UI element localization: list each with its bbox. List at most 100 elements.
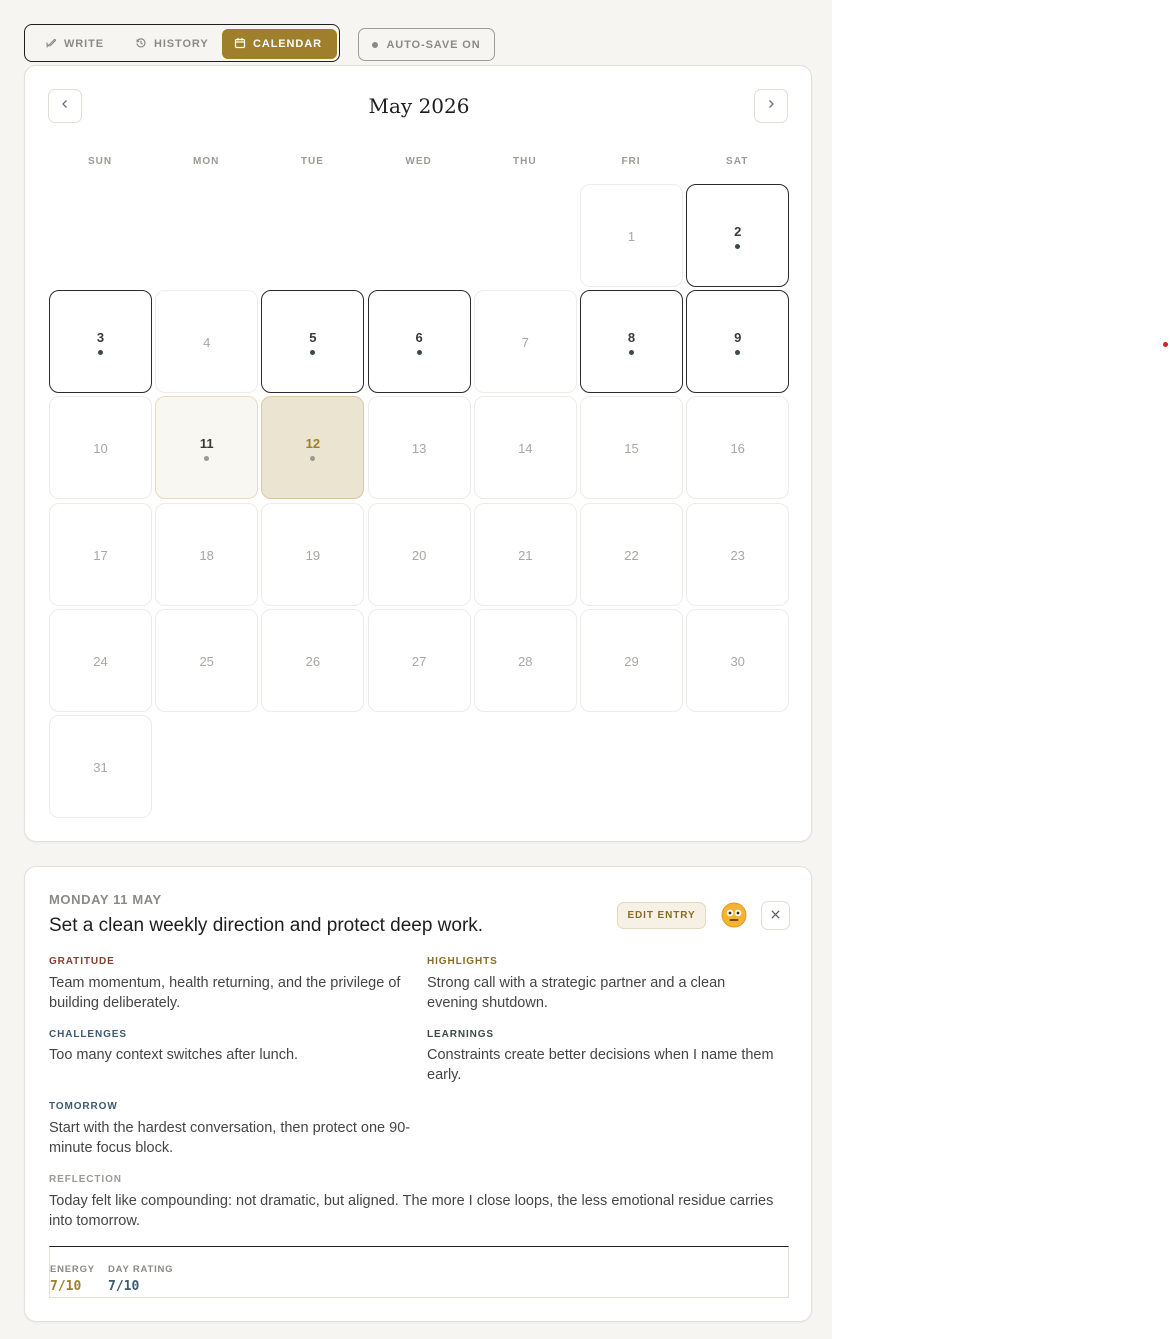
feather-icon [45, 37, 57, 52]
calendar-day[interactable]: 22 [580, 502, 683, 606]
autosave-toggle[interactable]: AUTO-SAVE ON [358, 28, 495, 61]
day-number: 6 [415, 330, 423, 346]
calendar-day[interactable]: 1 [580, 184, 683, 287]
calendar-day[interactable]: 9 [686, 290, 790, 394]
energy-value: 7/10 [50, 1279, 82, 1294]
calendar-day[interactable]: 16 [686, 396, 790, 500]
day-number: 14 [518, 441, 533, 457]
calendar-day[interactable]: 6 [367, 290, 471, 394]
cursor-indicator-icon [1163, 342, 1168, 347]
calendar-day[interactable]: 20 [367, 502, 471, 606]
calendar-day[interactable]: 25 [155, 608, 259, 712]
close-icon [770, 907, 781, 925]
calendar-icon [234, 37, 246, 52]
reflection-text: Today felt like compounding: not dramati… [49, 1193, 774, 1229]
day-number: 5 [309, 330, 317, 346]
entry-dot-icon [735, 244, 741, 249]
day-number: 23 [730, 547, 745, 563]
app-panel: WRITE HISTORY CALENDAR AUTO-SAVE ON May … [0, 0, 832, 1339]
day-number: 19 [305, 547, 321, 563]
day-number: 2 [734, 224, 742, 239]
weekday-header: WED [405, 156, 432, 167]
tomorrow-label: TOMORROW [49, 1101, 118, 1112]
day-number: 8 [627, 330, 636, 346]
day-number: 3 [96, 330, 105, 346]
entry-dot-icon [310, 456, 316, 462]
day-number: 31 [93, 760, 108, 775]
day-number: 26 [305, 653, 321, 669]
entry-stats: ENERGY 7/10 DAY RATING 7/10 [49, 1246, 789, 1298]
day-number: 9 [734, 330, 742, 346]
chevron-right-icon [765, 97, 777, 115]
tab-write[interactable]: WRITE [33, 29, 116, 59]
calendar-day[interactable]: 12 [261, 396, 365, 500]
day-number: 27 [411, 653, 427, 669]
weekday-header: FRI [621, 156, 641, 167]
close-entry-button[interactable] [761, 901, 790, 930]
learnings-label: LEARNINGS [427, 1029, 494, 1040]
calendar-day[interactable]: 18 [155, 502, 259, 606]
calendar-day[interactable]: 13 [367, 396, 471, 500]
day-number: 22 [624, 547, 639, 563]
edit-entry-button[interactable]: EDIT ENTRY [617, 902, 706, 929]
view-tabs: WRITE HISTORY CALENDAR [24, 24, 340, 62]
day-number: 7 [521, 335, 529, 351]
day-number: 21 [518, 547, 533, 563]
gratitude-text: Team momentum, health returning, and the… [49, 975, 401, 1011]
day-rating-label: DAY RATING [108, 1264, 174, 1275]
learnings-text: Constraints create better decisions when… [427, 1047, 774, 1083]
calendar-day[interactable]: 24 [49, 608, 152, 712]
entry-title: Set a clean weekly direction and protect… [49, 915, 484, 936]
calendar-day[interactable]: 29 [580, 608, 683, 712]
calendar-day[interactable]: 15 [580, 396, 683, 500]
tab-history-label: HISTORY [154, 38, 209, 50]
next-month-button[interactable] [754, 89, 788, 123]
day-number: 4 [203, 335, 211, 351]
highlights-label: HIGHLIGHTS [427, 956, 498, 967]
highlights-text: Strong call with a strategic partner and… [427, 975, 726, 1011]
calendar-day[interactable]: 31 [49, 715, 152, 818]
day-number: 29 [624, 653, 639, 669]
weekday-header: SUN [87, 156, 113, 167]
calendar-day[interactable]: 19 [261, 502, 365, 606]
weekday-header: SAT [726, 156, 749, 167]
entry-dot-icon [204, 456, 210, 462]
reflection-label: REFLECTION [49, 1174, 122, 1185]
calendar-day[interactable]: 11 [155, 396, 259, 500]
calendar-day[interactable]: 21 [473, 502, 577, 606]
day-number: 10 [93, 441, 108, 457]
tab-calendar[interactable]: CALENDAR [222, 29, 337, 59]
calendar-day[interactable]: 28 [473, 608, 577, 712]
calendar-day[interactable]: 23 [686, 502, 790, 606]
entry-dot-icon [98, 350, 103, 356]
weekday-header: THU [513, 156, 537, 167]
calendar-day[interactable]: 5 [261, 290, 365, 394]
tomorrow-text: Start with the hardest conversation, the… [49, 1120, 411, 1156]
tab-calendar-label: CALENDAR [253, 38, 322, 50]
calendar-day[interactable]: 3 [49, 290, 152, 394]
day-number: 30 [730, 653, 745, 669]
calendar-day[interactable]: 10 [49, 396, 152, 500]
neutral-face-icon [721, 902, 747, 928]
challenges-text: Too many context switches after lunch. [49, 1047, 299, 1063]
calendar-day[interactable]: 7 [473, 290, 577, 394]
day-number: 28 [518, 653, 533, 669]
entry-dot-icon [629, 350, 634, 356]
calendar-day[interactable]: 26 [261, 608, 365, 712]
calendar-day[interactable]: 8 [580, 290, 683, 394]
calendar-day[interactable]: 14 [473, 396, 577, 500]
calendar-day[interactable]: 27 [367, 608, 471, 712]
tab-history[interactable]: HISTORY [123, 29, 221, 59]
calendar-day[interactable]: 4 [155, 290, 259, 394]
day-number: 15 [624, 441, 639, 457]
status-dot-icon [372, 41, 379, 48]
calendar-day[interactable]: 30 [686, 608, 790, 712]
energy-label: ENERGY [50, 1264, 95, 1275]
calendar-day[interactable]: 17 [49, 502, 152, 606]
autosave-label: AUTO-SAVE ON [386, 38, 481, 51]
day-rating-value: 7/10 [108, 1279, 140, 1294]
history-icon [135, 37, 147, 52]
calendar-day[interactable]: 2 [686, 184, 790, 287]
entry-date: MONDAY 11 MAY [49, 892, 162, 907]
entry-detail-card: MONDAY 11 MAY Set a clean weekly directi… [24, 866, 812, 1322]
